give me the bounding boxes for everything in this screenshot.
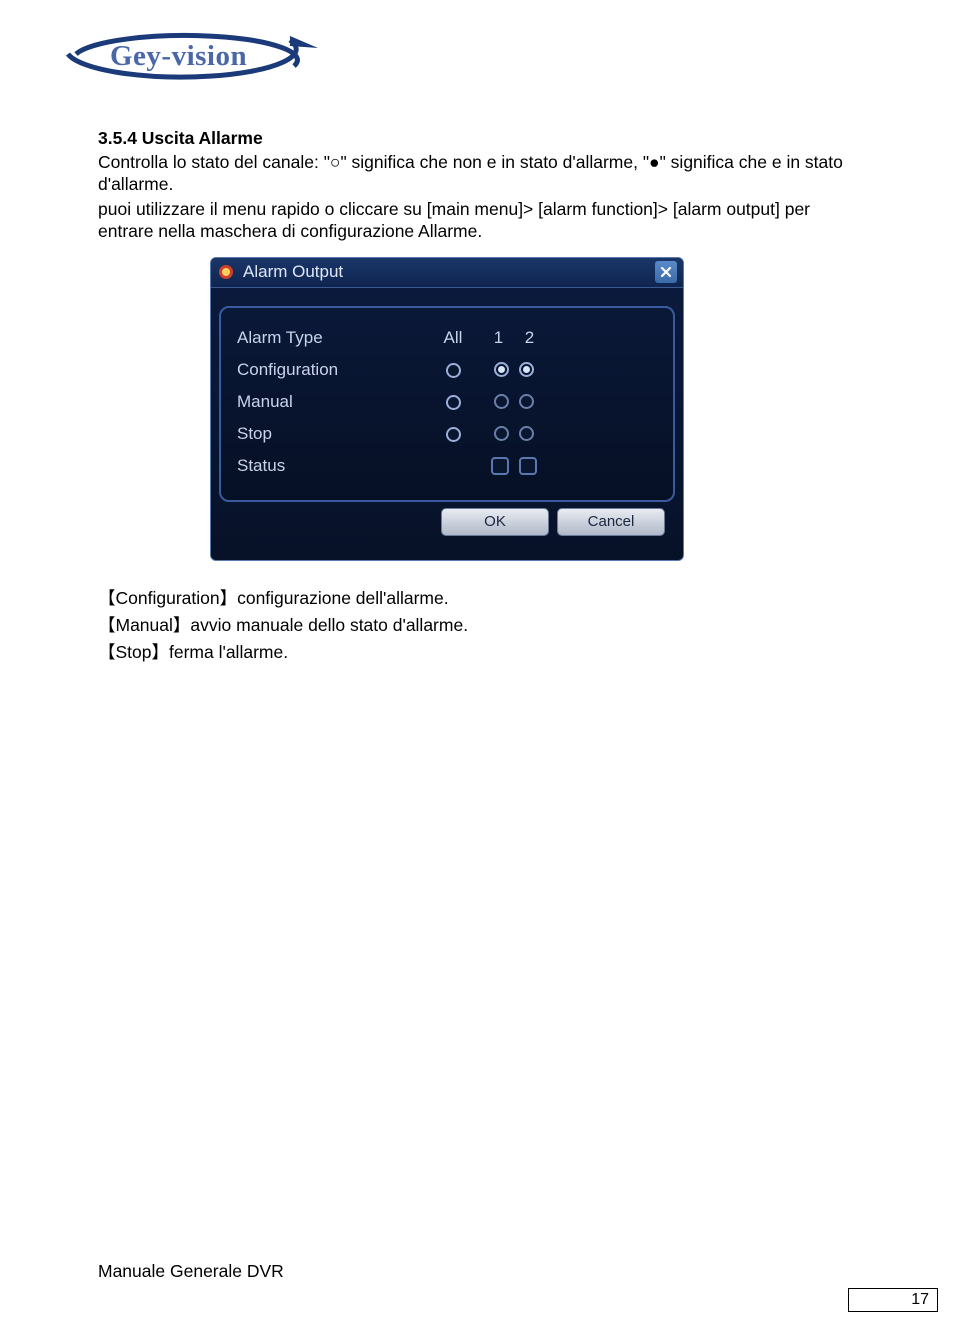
ok-button[interactable]: OK: [441, 508, 549, 536]
status-checkbox-1[interactable]: [491, 457, 509, 475]
dialog-header-row: Alarm Type All 1 2: [237, 322, 657, 354]
status-checkbox-2[interactable]: [519, 457, 537, 475]
close-icon: [660, 266, 672, 278]
row-stop: Stop: [237, 418, 657, 450]
dialog-title: Alarm Output: [243, 262, 655, 282]
page-number-box: 17: [848, 1288, 938, 1312]
dialog-titlebar: Alarm Output: [211, 258, 683, 288]
row-manual: Manual: [237, 386, 657, 418]
status-label: Status: [237, 456, 417, 476]
footer-label: Manuale Generale DVR: [98, 1261, 284, 1282]
alarm-output-dialog: Alarm Output Alarm Type All 1 2: [210, 257, 684, 561]
page-number: 17: [911, 1291, 929, 1309]
radio-manual-2[interactable]: [519, 394, 534, 409]
configuration-label: Configuration: [237, 360, 417, 380]
page-content: 3.5.4 Uscita Allarme Controlla lo stato …: [98, 128, 868, 666]
dialog-body: Alarm Type All 1 2 Configuration: [211, 288, 683, 560]
col-1-label: 1: [489, 328, 508, 348]
dialog-panel: Alarm Type All 1 2 Configuration: [219, 306, 675, 502]
radio-config-1[interactable]: [494, 362, 509, 377]
paragraph-2: puoi utilizzare il menu rapido o cliccar…: [98, 198, 868, 243]
radio-stop-all[interactable]: [446, 427, 461, 442]
brand-logo: Gey-vision: [48, 18, 318, 90]
def-manual: 【Manual】avvio manuale dello stato d'alla…: [98, 612, 868, 639]
row-status: Status: [237, 450, 657, 482]
logo-text: Gey-vision: [110, 40, 247, 73]
definitions-block: 【Configuration】configurazione dell'allar…: [98, 585, 868, 666]
alarm-type-label: Alarm Type: [237, 328, 417, 348]
def-configuration: 【Configuration】configurazione dell'allar…: [98, 585, 868, 612]
radio-config-all[interactable]: [446, 363, 461, 378]
close-button[interactable]: [655, 261, 677, 283]
radio-stop-1[interactable]: [494, 426, 509, 441]
radio-manual-all[interactable]: [446, 395, 461, 410]
cancel-button[interactable]: Cancel: [557, 508, 665, 536]
stop-label: Stop: [237, 424, 417, 444]
manual-label: Manual: [237, 392, 417, 412]
section-heading: 3.5.4 Uscita Allarme: [98, 128, 868, 149]
alarm-icon: [217, 263, 235, 281]
row-configuration: Configuration: [237, 354, 657, 386]
col-2-label: 2: [520, 328, 539, 348]
radio-config-2[interactable]: [519, 362, 534, 377]
dialog-button-row: OK Cancel: [219, 502, 675, 546]
paragraph-1: Controlla lo stato del canale: "○" signi…: [98, 151, 868, 196]
col-all-label: All: [417, 328, 489, 348]
radio-manual-1[interactable]: [494, 394, 509, 409]
def-stop: 【Stop】ferma l'allarme.: [98, 639, 868, 666]
radio-stop-2[interactable]: [519, 426, 534, 441]
